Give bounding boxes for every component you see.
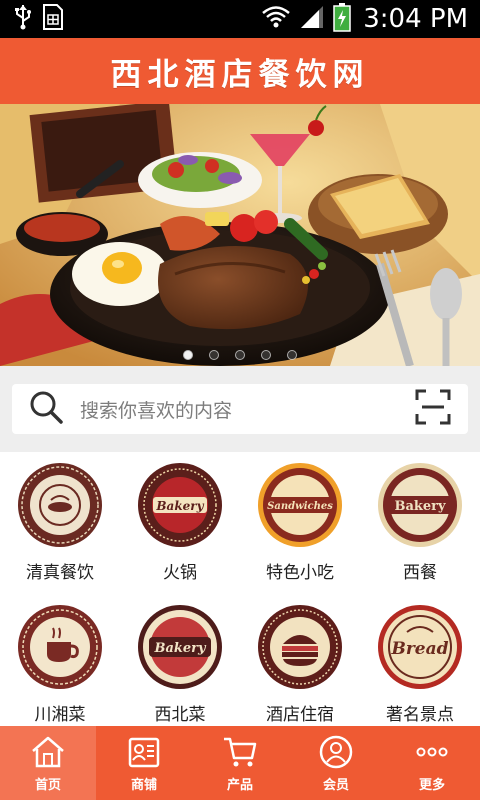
nav-label: 商铺 <box>130 777 157 793</box>
category-item[interactable]: Bakery 火锅 <box>120 462 240 583</box>
category-label: 西餐 <box>403 563 437 583</box>
search-section: 搜索你喜欢的内容 <box>0 366 480 452</box>
nav-label: 更多 <box>418 777 445 793</box>
steak-dinner-photo <box>0 104 480 366</box>
status-time: 3:04 PM <box>363 4 468 34</box>
category-label: 川湘菜 <box>34 705 86 725</box>
bread-badge-icon: Bread <box>378 605 462 689</box>
carousel-dot[interactable] <box>235 350 245 360</box>
nav-label: 会员 <box>322 777 349 793</box>
signal-icon <box>299 4 325 34</box>
nav-member[interactable]: 会员 <box>288 726 384 800</box>
category-label: 清真餐饮 <box>26 563 94 583</box>
carousel-dot[interactable] <box>287 350 297 360</box>
banner-carousel[interactable] <box>0 104 480 366</box>
search-icon[interactable] <box>28 389 64 429</box>
badge-text: Bread <box>390 639 448 659</box>
carousel-dot[interactable] <box>209 350 219 360</box>
category-label: 酒店住宿 <box>266 705 334 725</box>
search-placeholder[interactable]: 搜索你喜欢的内容 <box>80 396 414 423</box>
bakery-badge-icon: Bakery <box>138 463 222 547</box>
store-card-icon <box>128 737 160 767</box>
premium-quality-badge-icon <box>18 463 102 547</box>
wifi-icon <box>261 4 291 34</box>
battery-charging-icon <box>333 2 351 36</box>
nav-more[interactable]: 更多 <box>384 726 480 800</box>
category-label: 火锅 <box>163 563 197 583</box>
category-item[interactable]: 清真餐饮 <box>0 462 120 583</box>
carousel-dot[interactable] <box>183 350 193 360</box>
nav-home[interactable]: 首页 <box>0 726 96 800</box>
badge-text: Sandwiches <box>267 501 333 512</box>
nav-label: 首页 <box>34 777 61 793</box>
sim-card-icon <box>42 3 64 35</box>
more-icon <box>416 747 448 756</box>
category-item[interactable]: Bread 著名景点 <box>360 604 480 725</box>
bottom-nav: 首页 商铺 产品 会员 更多 <box>0 726 480 800</box>
nav-label: 产品 <box>226 777 253 793</box>
status-bar: 3:04 PM <box>0 0 480 38</box>
page-title: 西北酒店餐饮网 <box>110 56 370 93</box>
category-item[interactable]: 川湘菜 <box>0 604 120 725</box>
badge-text: Bakery <box>394 499 446 514</box>
member-icon <box>319 735 353 768</box>
category-label: 著名景点 <box>386 705 454 725</box>
category-grid: 清真餐饮 Bakery 火锅 Sandwiches 特色小吃 Bakery 西餐… <box>0 452 480 726</box>
category-label: 西北菜 <box>154 705 206 725</box>
bakery-badge-icon: Bakery <box>378 463 462 547</box>
category-item[interactable]: Bakery 西北菜 <box>120 604 240 725</box>
home-icon <box>32 736 64 767</box>
usb-icon <box>14 4 32 34</box>
cafe-bistro-bakery-badge-icon: Bakery <box>138 605 222 689</box>
scan-icon[interactable] <box>414 388 452 430</box>
category-label: 特色小吃 <box>266 563 334 583</box>
coffee-cup-badge-icon <box>18 605 102 689</box>
badge-text: Bakery <box>153 641 207 656</box>
sandwiches-badge-icon: Sandwiches <box>258 463 342 547</box>
app-header: 西北酒店餐饮网 <box>0 38 480 104</box>
carousel-dots <box>0 350 480 360</box>
carousel-dot[interactable] <box>261 350 271 360</box>
search-input[interactable]: 搜索你喜欢的内容 <box>12 384 468 434</box>
category-item[interactable]: Bakery 西餐 <box>360 462 480 583</box>
nav-products[interactable]: 产品 <box>192 726 288 800</box>
cart-icon <box>224 737 257 766</box>
burger-badge-icon <box>258 605 342 689</box>
nav-store[interactable]: 商铺 <box>96 726 192 800</box>
category-item[interactable]: 酒店住宿 <box>240 604 360 725</box>
category-item[interactable]: Sandwiches 特色小吃 <box>240 462 360 583</box>
badge-text: Bakery <box>155 499 204 513</box>
